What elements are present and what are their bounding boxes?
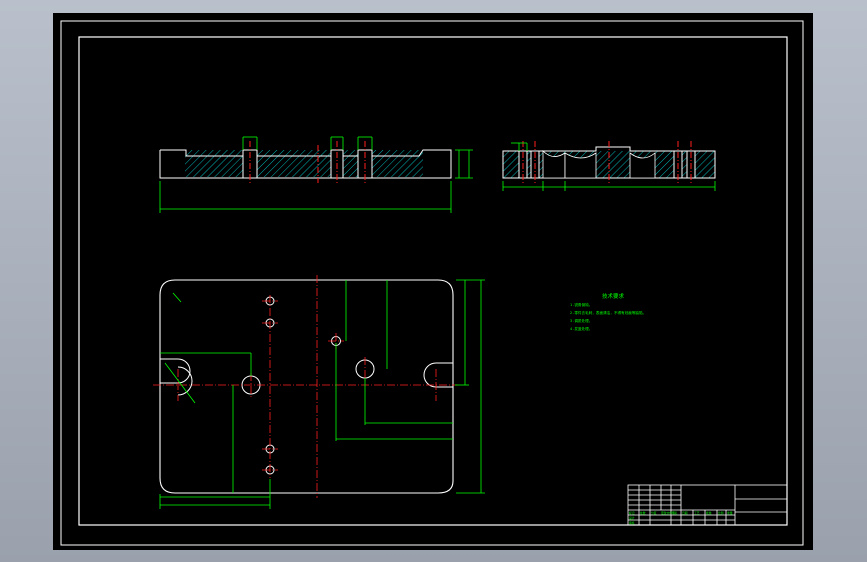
svg-text:审核: 审核 [629,521,635,525]
front-section-view [159,136,473,213]
title-block [627,484,788,526]
tech-req-line-3: 3.调质处理。 [570,318,592,323]
svg-text:分区: 分区 [651,511,657,515]
tech-req-line-2: 2.零件去毛刺，表面清洁，不得有划痕等缺陷。 [570,310,646,315]
svg-text:重量: 重量 [727,511,733,515]
plan-view [153,275,485,509]
cad-viewport[interactable]: 技术要求 1.锐角倒钝。 2.零件去毛刺，表面清洁，不得有划痕等缺陷。 3.调质… [53,13,813,550]
svg-text:设计: 设计 [629,516,635,520]
svg-text:批准: 批准 [706,511,712,515]
svg-text:签名: 签名 [672,511,678,515]
tech-req-line-1: 1.锐角倒钝。 [570,302,592,307]
sheet-inner-frame [78,36,788,526]
svg-text:工艺: 工艺 [694,511,700,515]
technical-requirements-note: 技术要求 1.锐角倒钝。 2.零件去毛刺，表面清洁，不得有划痕等缺陷。 3.调质… [570,292,646,331]
tech-req-heading: 技术要求 [602,292,625,300]
side-section-view [502,141,716,191]
tech-req-line-4: 4.发蓝处理。 [570,326,592,331]
svg-text:处数: 处数 [640,511,646,515]
sheet-outer-frame [60,20,804,546]
svg-text:标记: 标记 [629,511,635,515]
svg-text:比例: 比例 [718,511,724,515]
svg-text:日期: 日期 [682,511,688,515]
drawing-sheet: 技术要求 1.锐角倒钝。 2.零件去毛刺，表面清洁，不得有划痕等缺陷。 3.调质… [60,20,804,546]
